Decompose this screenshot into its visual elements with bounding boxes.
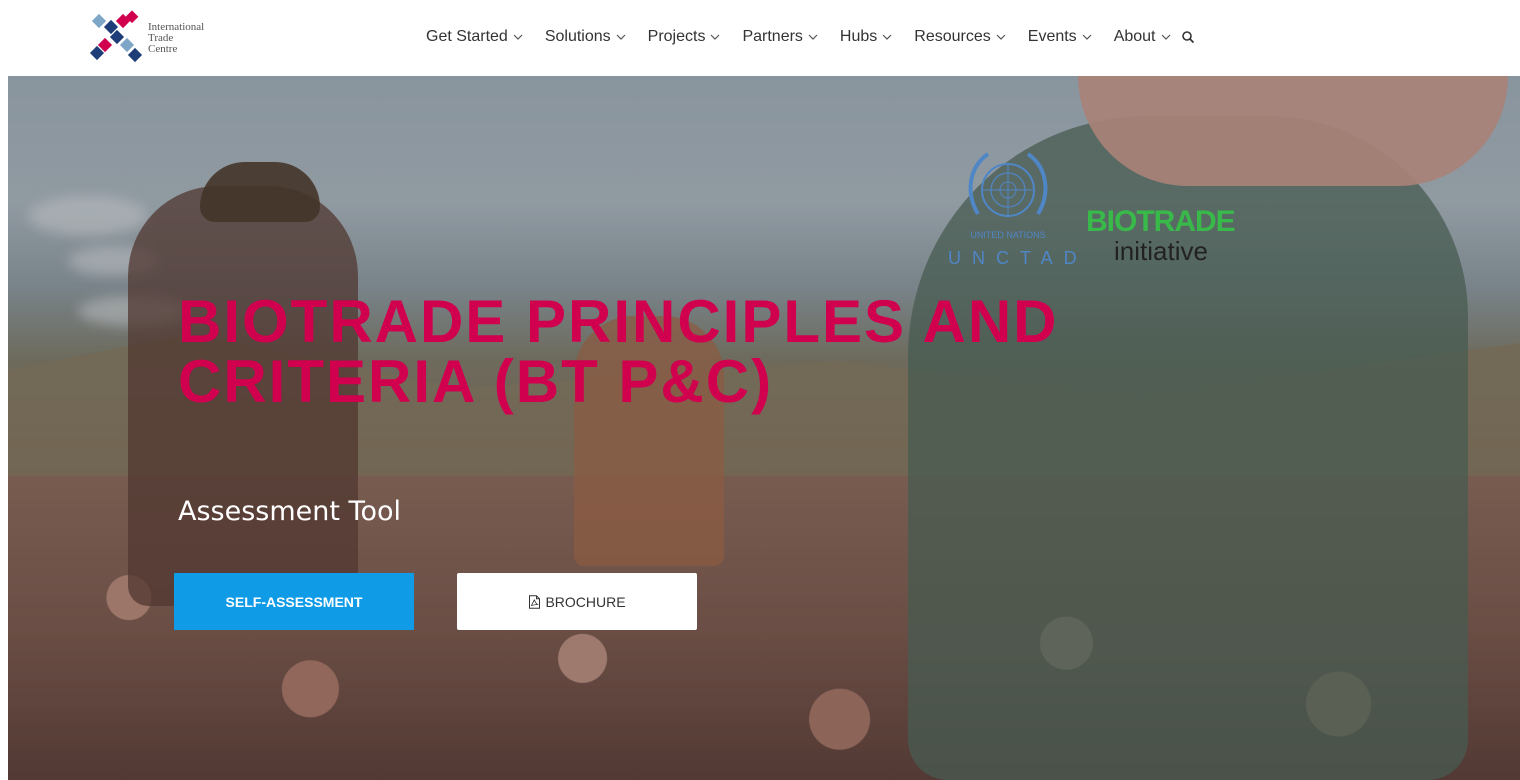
hero-overlay [8,76,1520,780]
chevron-down-icon [808,34,818,40]
brochure-button-label: BROCHURE [545,593,626,610]
logo-line-3: Centre [148,42,178,55]
logo-line-1: International [148,20,205,33]
chevron-down-icon [513,34,523,40]
chevron-down-icon [882,34,892,40]
biotrade-logo-word: BIOTRADE [1086,205,1236,238]
nav-item-events[interactable]: Events [1028,28,1092,46]
nav-item-about[interactable]: About [1114,28,1171,46]
chevron-down-icon [616,34,626,40]
site-header: International Trade Centre Get Started S… [0,0,1520,76]
un-caption: UNITED NATIONS [970,230,1046,240]
chevron-down-icon [711,34,720,40]
nav-item-label: Events [1027,28,1077,45]
search-icon[interactable] [1181,30,1195,44]
nav-item-resources[interactable]: Resources [914,28,1006,46]
hero-banner: UNITED NATIONS UNCTAD BIOTRADE initiativ… [8,76,1520,780]
biotrade-initiative-logo: BIOTRADE initiative [1086,205,1236,276]
page-title-line-2: CRITERIA (BT P&C) [178,348,774,415]
main-nav: Get Started Solutions Projects Partners … [426,26,1195,48]
nav-item-hubs[interactable]: Hubs [840,28,892,46]
nav-item-label: Partners [742,28,803,45]
logo-line-2: Trade [148,31,174,44]
nav-item-label: Solutions [544,28,611,45]
nav-item-get-started[interactable]: Get Started [426,28,523,46]
self-assessment-button-label: SELF-ASSESSMENT [225,593,363,610]
chevron-down-icon [1161,34,1170,40]
page-title-line-1: BIOTRADE PRINCIPLES AND [178,288,1059,355]
chevron-down-icon [996,34,1006,40]
unctad-caption: UNCTAD [948,248,1088,268]
nav-item-partners[interactable]: Partners [742,28,818,46]
self-assessment-button[interactable]: SELF-ASSESSMENT [174,573,414,630]
nav-item-solutions[interactable]: Solutions [545,28,626,46]
nav-item-projects[interactable]: Projects [648,28,721,46]
chevron-down-icon [1082,34,1092,40]
nav-item-label: Get Started [426,28,508,45]
itc-logo-text: International Trade Centre [148,20,205,55]
nav-item-label: Resources [914,28,991,45]
pdf-icon [529,594,541,609]
nav-item-label: About [1113,28,1156,45]
brochure-button[interactable]: BROCHURE [457,573,697,630]
nav-item-label: Hubs [839,28,878,45]
page-subtitle: Assessment Tool [178,496,401,527]
itc-logo[interactable]: International Trade Centre [88,10,238,66]
page-title: BIOTRADE PRINCIPLES AND CRITERIA (BT P&C… [178,292,1278,412]
biotrade-logo-sub: initiative [1114,236,1208,266]
nav-item-label: Projects [647,28,706,45]
itc-logo-mark [89,10,143,63]
